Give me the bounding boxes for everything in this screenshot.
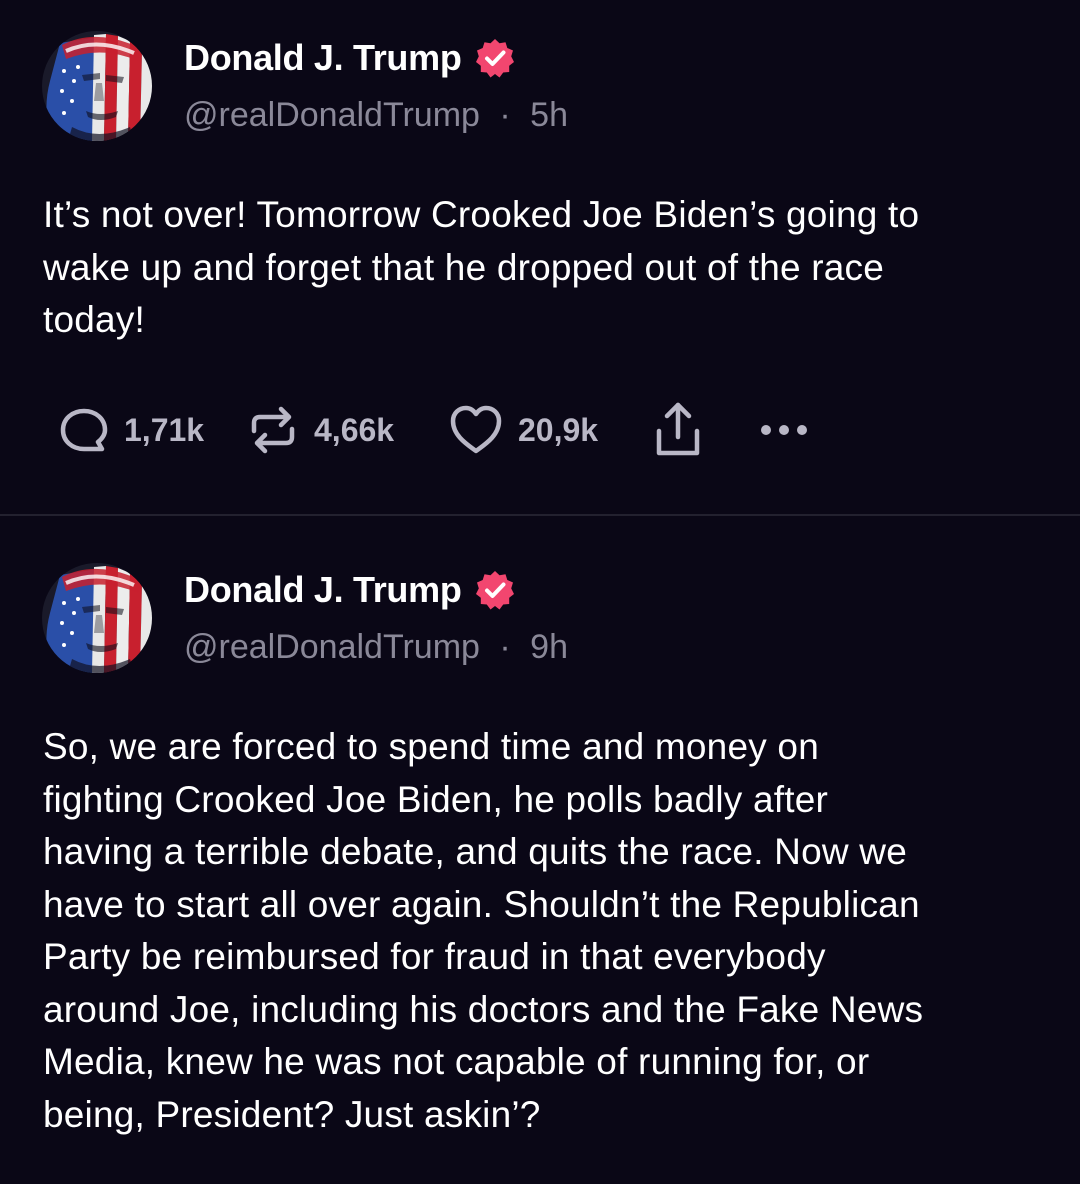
verified-badge-icon — [475, 39, 514, 78]
like-icon — [450, 405, 502, 454]
repost-button[interactable]: 4,66k — [246, 400, 394, 460]
reply-button[interactable]: 1,71k — [58, 400, 204, 460]
post-text: It’s not over! Tomorrow Crooked Joe Bide… — [43, 189, 1053, 347]
author-handle[interactable]: @realDonaldTrump — [184, 628, 480, 666]
verified-badge-icon — [475, 571, 514, 610]
reply-icon — [60, 408, 108, 452]
separator: · — [499, 96, 511, 134]
author-row: Donald J. Trump — [184, 34, 516, 82]
avatar[interactable] — [42, 563, 152, 673]
author-name[interactable]: Donald J. Trump — [184, 569, 462, 611]
repost-icon — [251, 406, 295, 454]
timestamp[interactable]: 5h — [530, 96, 568, 134]
like-count: 20,9k — [518, 411, 599, 448]
repost-count: 4,66k — [314, 411, 395, 448]
post-text-line: around Joe, including his doctors and th… — [43, 988, 924, 1030]
post-text-line: being, President? Just askin’? — [43, 1093, 541, 1135]
separator: · — [499, 628, 511, 666]
more-icon — [761, 425, 807, 435]
author-handle[interactable]: @realDonaldTrump — [184, 96, 480, 134]
like-button[interactable]: 20,9k — [448, 400, 598, 460]
post[interactable]: Donald J. Trump @realDonaldTrump · 5h It… — [0, 0, 1080, 515]
post-text-line: today! — [43, 299, 145, 340]
share-button[interactable] — [654, 400, 702, 460]
avatar[interactable] — [42, 31, 152, 141]
post-text-line: So, we are forced to spend time and mone… — [43, 726, 819, 767]
post-text-line: Media, knew he was not capable of runnin… — [43, 1041, 870, 1082]
post-text-line: wake up and forget that he dropped out o… — [43, 246, 885, 288]
post-text-line: It’s not over! Tomorrow Crooked Joe Bide… — [43, 194, 920, 235]
share-icon — [656, 402, 700, 456]
post-text-line: having a terrible debate, and quits the … — [43, 831, 907, 872]
author-name[interactable]: Donald J. Trump — [184, 37, 462, 79]
post-text-line: have to start all over again. Shouldn’t … — [43, 883, 920, 925]
reply-count: 1,71k — [124, 411, 205, 448]
post-text-line: fighting Crooked Joe Biden, he polls bad… — [43, 778, 829, 820]
timestamp[interactable]: 9h — [530, 628, 568, 666]
post[interactable]: Donald J. Trump @realDonaldTrump · 9h So… — [0, 516, 1080, 1184]
handle-row: @realDonaldTrump · 5h — [184, 96, 568, 140]
author-row: Donald J. Trump — [184, 566, 516, 614]
post-text-line: Party be reimbursed for fraud in that ev… — [43, 936, 826, 977]
more-button[interactable] — [758, 400, 810, 460]
post-text: So, we are forced to spend time and mone… — [43, 721, 1053, 1141]
action-bar: 1,71k 4,66k 20,9k — [58, 400, 858, 460]
handle-row: @realDonaldTrump · 9h — [184, 628, 568, 672]
